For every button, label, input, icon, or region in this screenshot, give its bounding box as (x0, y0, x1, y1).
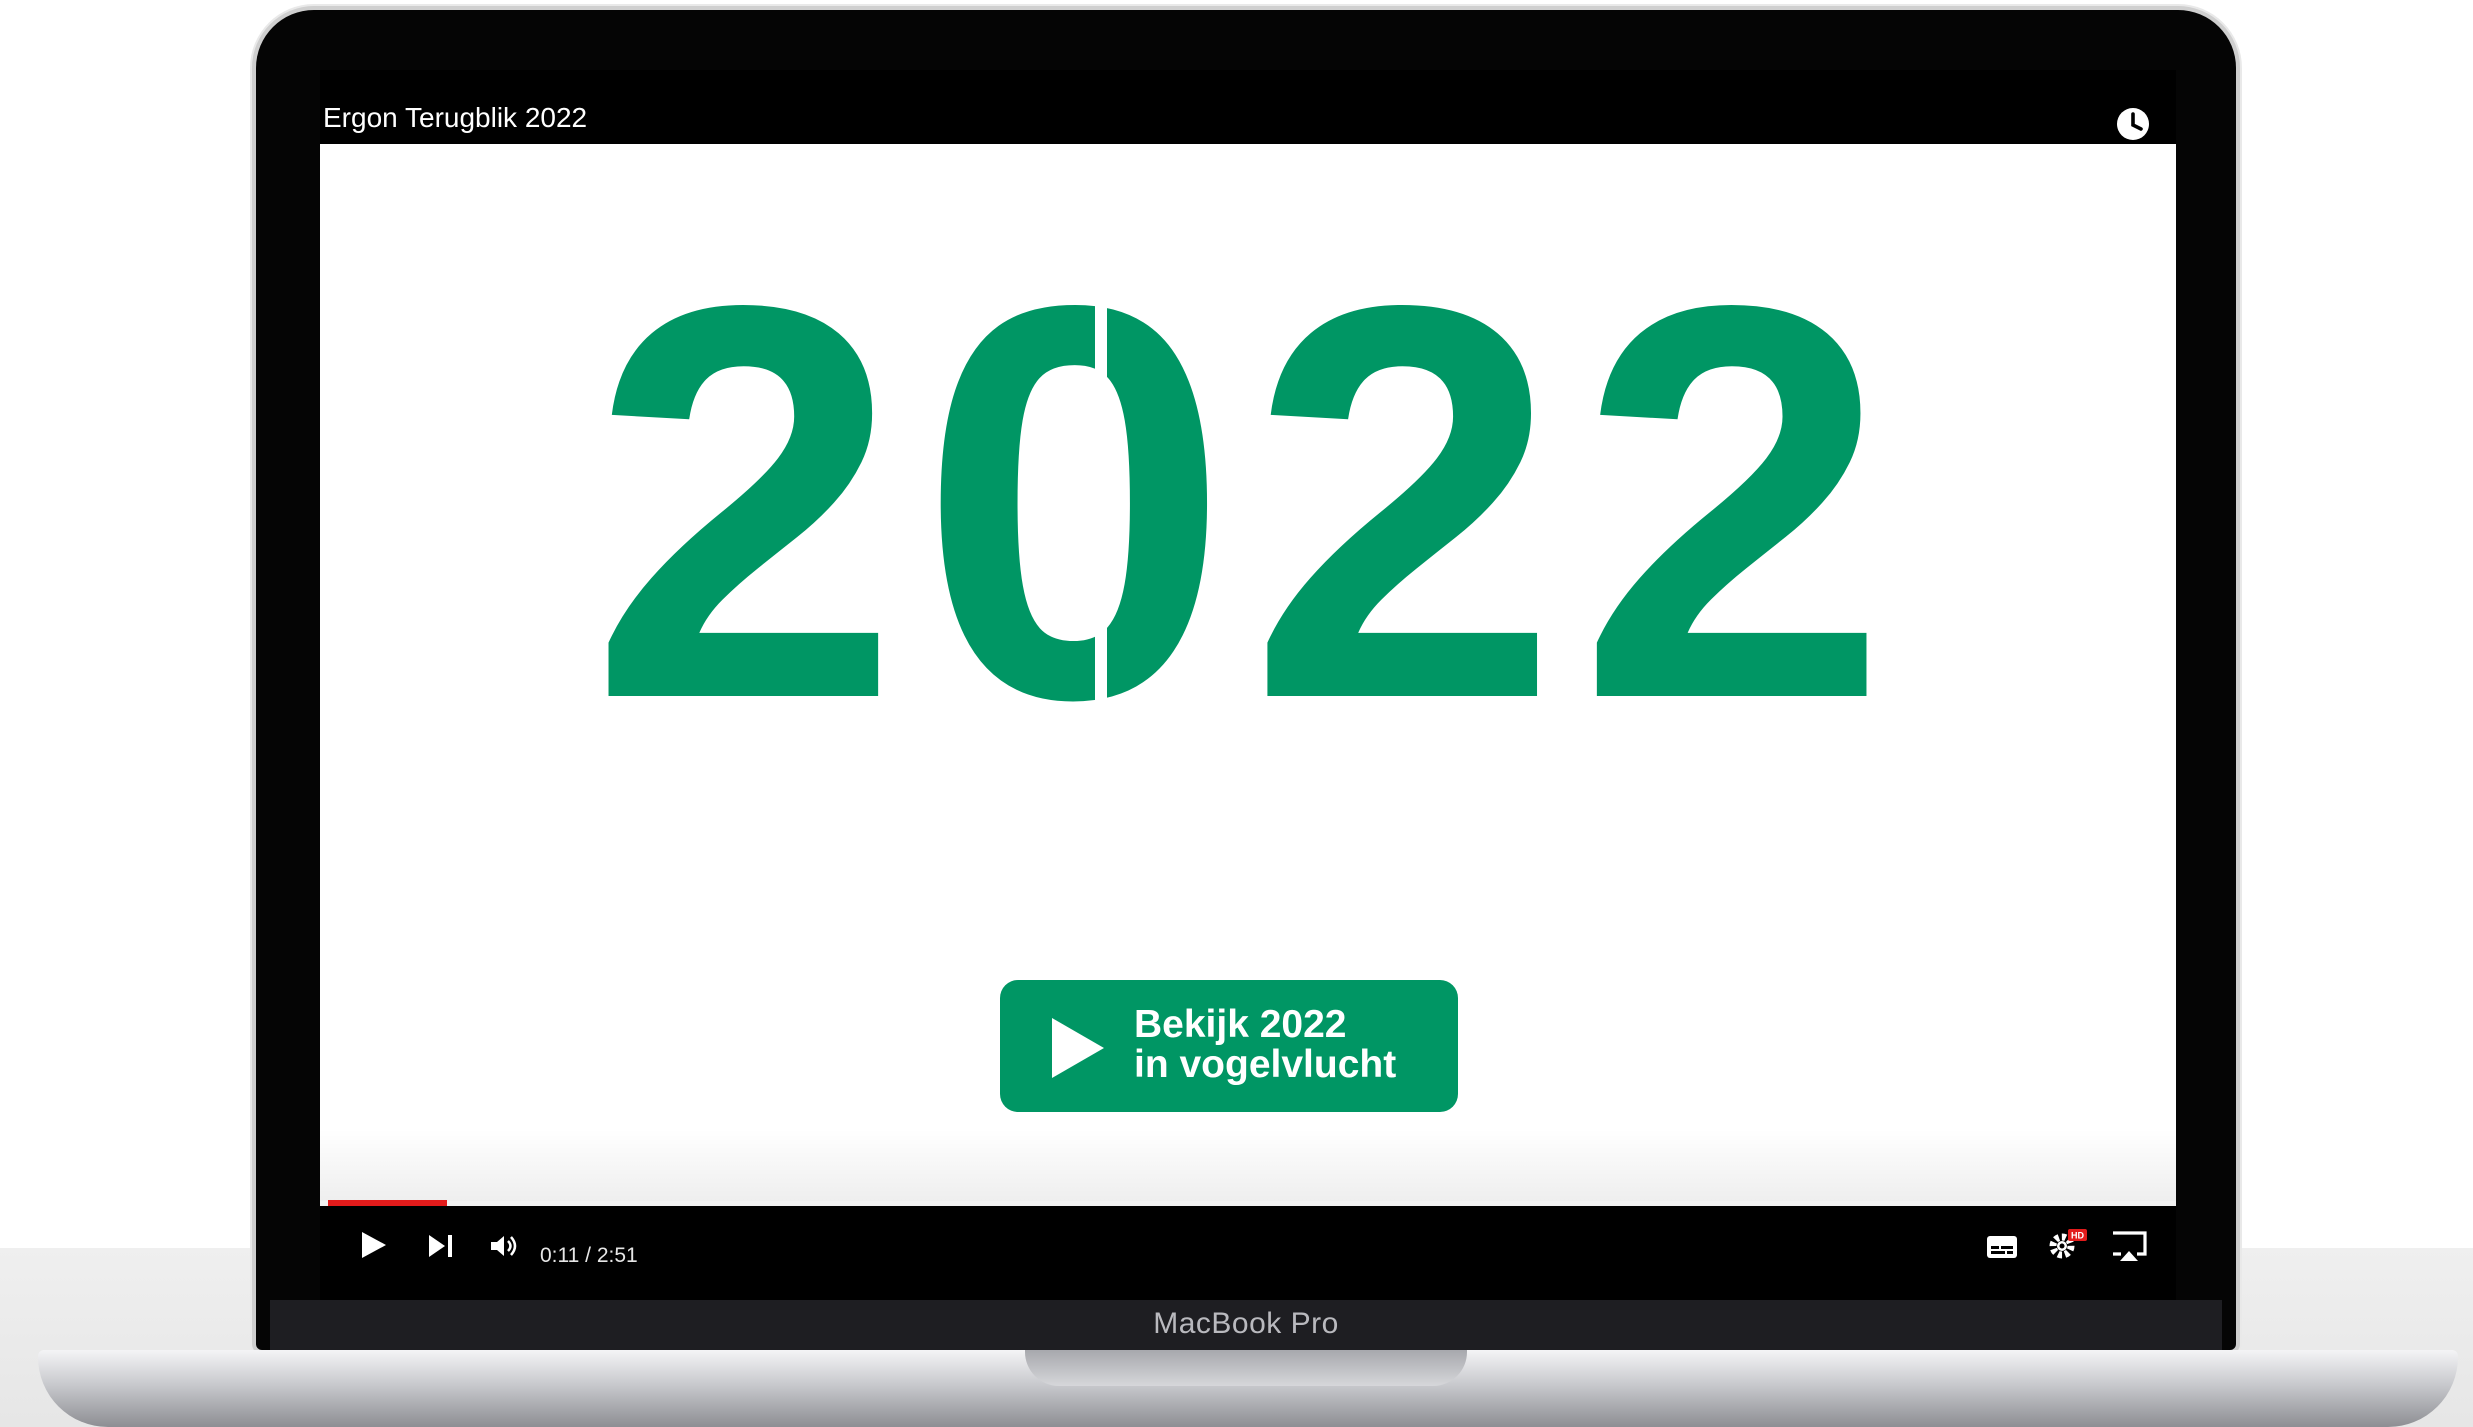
hd-badge: HD (2071, 1231, 2084, 1241)
watch-video-button[interactable]: Bekijk 2022 in vogelvlucht (1000, 980, 1458, 1112)
watch-later-icon[interactable] (2115, 106, 2151, 142)
play-icon (1052, 1018, 1104, 1078)
controls-shadow (320, 1129, 2176, 1206)
device-model-label: MacBook Pro (1153, 1307, 1339, 1340)
logo-split-line (1095, 294, 1107, 714)
cta-label-line1: Bekijk 2022 (1134, 1003, 1347, 1046)
skip-next-icon[interactable] (428, 1234, 454, 1258)
laptop-mockup: Ergon Terugblik 2022 2022 Bekijk 2022 in… (0, 0, 2473, 1427)
player-title-bar: Ergon Terugblik 2022 (320, 70, 2176, 144)
play-icon[interactable] (360, 1230, 388, 1260)
laptop-notch (1025, 1350, 1467, 1386)
volume-icon[interactable] (490, 1234, 520, 1258)
cta-label-line2: in vogelvlucht (1134, 1043, 1397, 1086)
year-text: 2022 (589, 189, 1907, 815)
video-frame[interactable]: 2022 Bekijk 2022 in vogelvlucht (320, 144, 2176, 1206)
time-display: 0:11 / 2:51 (540, 1244, 638, 1267)
settings-gear-icon[interactable]: HD (2048, 1228, 2088, 1262)
subtitles-icon[interactable] (1986, 1234, 2018, 1260)
player-controls: 0:11 / 2:51 HD (320, 1206, 2176, 1300)
airplay-icon[interactable] (2110, 1230, 2148, 1264)
video-player[interactable]: Ergon Terugblik 2022 2022 Bekijk 2022 in… (320, 70, 2176, 1300)
video-title[interactable]: Ergon Terugblik 2022 (323, 102, 587, 134)
